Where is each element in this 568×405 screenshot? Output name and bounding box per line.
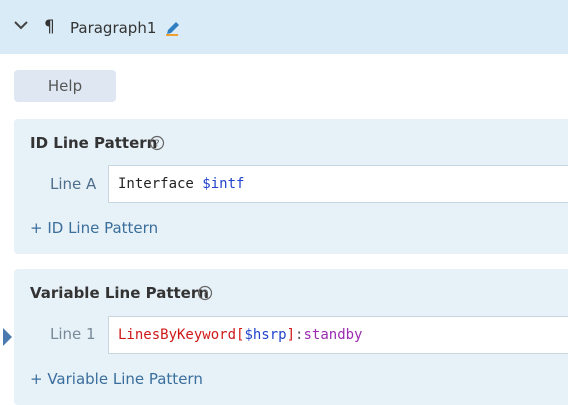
current-line-marker <box>3 328 12 346</box>
add-id-line-pattern-link[interactable]: + ID Line Pattern <box>30 218 158 238</box>
id-line-pattern-section: ID Line Pattern ? Line A Interface $intf… <box>14 119 568 254</box>
line-a-label: Line A <box>50 175 97 193</box>
chevron-down-icon[interactable] <box>12 19 30 31</box>
code-token: LinesByKeyword <box>118 327 237 343</box>
pencil-icon[interactable] <box>164 19 182 37</box>
variable-line-1-input[interactable]: LinesByKeyword[$hsrp]:standby <box>108 316 568 354</box>
code-token: $intf <box>202 176 245 192</box>
svg-text:?: ? <box>202 289 207 300</box>
variable-line-pattern-title: Variable Line Pattern <box>30 284 209 302</box>
help-button[interactable]: Help <box>14 70 116 102</box>
svg-text:?: ? <box>154 139 159 150</box>
code-token: ] <box>286 327 296 343</box>
help-circle-icon[interactable]: ? <box>149 135 165 151</box>
id-line-a-input[interactable]: Interface $intf <box>108 165 568 203</box>
code-token: $hsrp <box>244 327 287 343</box>
add-variable-line-pattern-link[interactable]: + Variable Line Pattern <box>30 369 203 389</box>
help-circle-icon[interactable]: ? <box>197 285 213 301</box>
paragraph-icon: ¶ <box>44 17 55 37</box>
variable-line-pattern-section: Variable Line Pattern ? Line 1 LinesByKe… <box>14 269 568 405</box>
paragraph-header[interactable]: ¶ Paragraph1 <box>0 0 568 54</box>
paragraph-title: Paragraph1 <box>70 19 157 37</box>
id-line-pattern-title: ID Line Pattern <box>30 134 158 152</box>
line-1-label: Line 1 <box>50 325 96 343</box>
code-token: standby <box>303 327 363 343</box>
code-token: Interface <box>118 176 203 192</box>
